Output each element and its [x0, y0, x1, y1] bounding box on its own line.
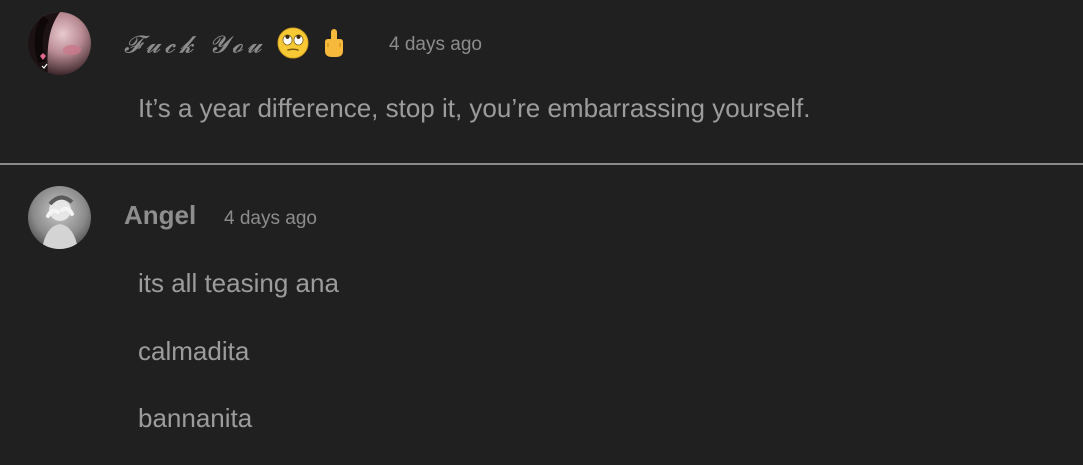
comment-username[interactable]: Angel: [124, 200, 196, 231]
comment-text: its all teasing ana: [138, 268, 339, 298]
avatar[interactable]: [28, 186, 91, 249]
comment-feed: 𝓕𝓾𝓬𝓴 𝓨𝓸𝓾 4 days ago It’s a year differen…: [0, 0, 1083, 465]
comment: 𝓕𝓾𝓬𝓴 𝓨𝓸𝓾 4 days ago It’s a year differen…: [0, 0, 1083, 163]
comment: Angel 4 days ago its all teasing ana cal…: [0, 165, 1083, 465]
avatar[interactable]: [28, 12, 91, 75]
username-text[interactable]: 𝓕𝓾𝓬𝓴 𝓨𝓸𝓾: [124, 31, 266, 59]
comment-text: calmadita: [138, 336, 250, 366]
comment-text: It’s a year difference, stop it, you’re …: [138, 93, 811, 123]
comment-username[interactable]: 𝓕𝓾𝓬𝓴 𝓨𝓸𝓾: [124, 27, 347, 65]
comment-timestamp: 4 days ago: [389, 34, 482, 55]
rolling-eyes-icon: [277, 27, 309, 65]
comment-timestamp: 4 days ago: [224, 208, 317, 229]
comment-text: bannanita: [138, 403, 253, 433]
middle-finger-icon: [321, 27, 347, 65]
